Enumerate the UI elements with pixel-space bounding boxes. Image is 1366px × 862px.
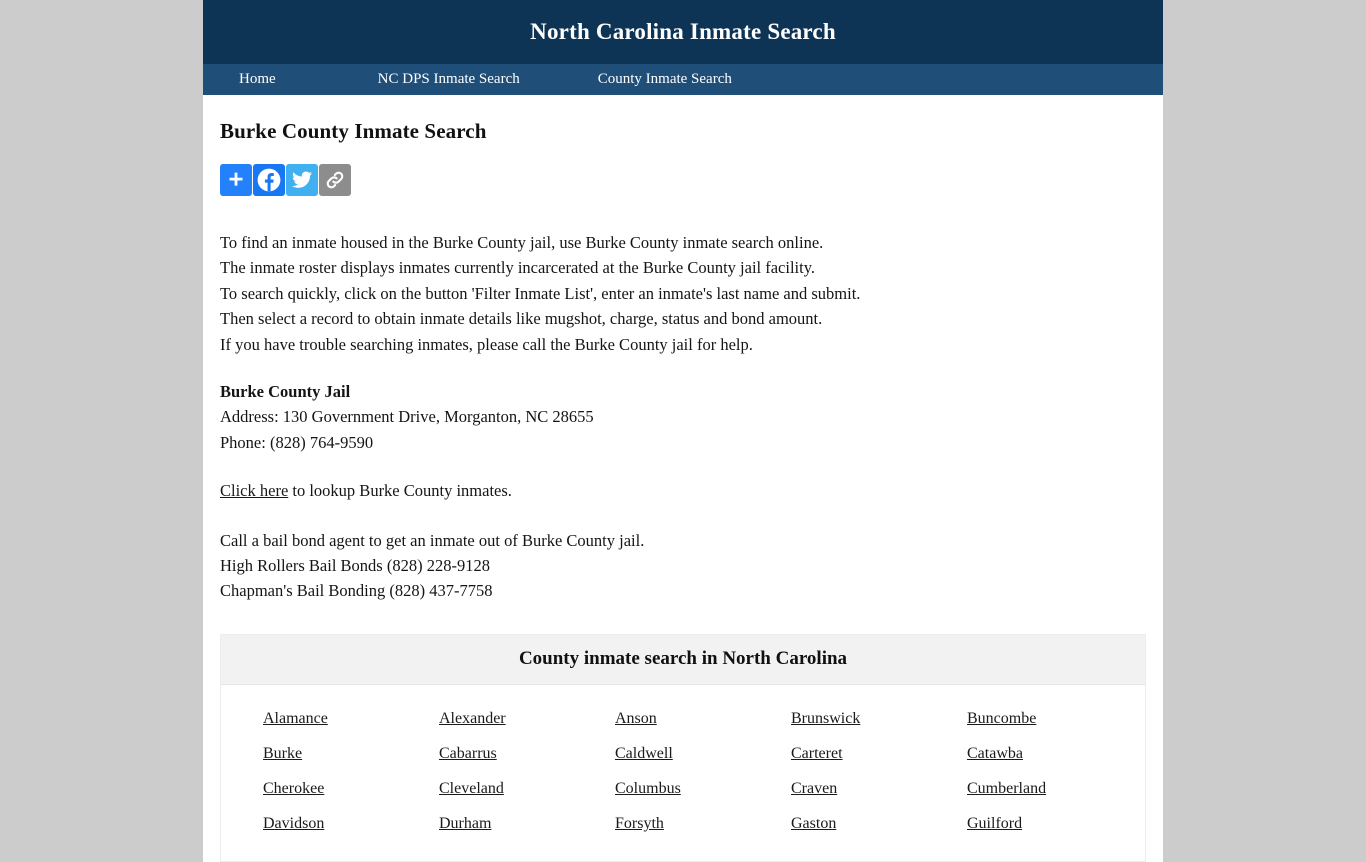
county-link-gaston[interactable]: Gaston (791, 815, 836, 832)
share-button-row (220, 164, 1146, 196)
county-cell: Alamance (243, 701, 419, 736)
county-link-brunswick[interactable]: Brunswick (791, 710, 860, 727)
county-link-cumberland[interactable]: Cumberland (967, 780, 1046, 797)
jail-address: Address: 130 Government Drive, Morganton… (220, 407, 594, 427)
county-link-anson[interactable]: Anson (615, 710, 657, 727)
intro-line: Then select a record to obtain inmate de… (220, 309, 823, 329)
county-cell: Forsyth (595, 806, 771, 841)
county-link-cherokee[interactable]: Cherokee (263, 780, 324, 797)
intro-paragraph: To find an inmate housed in the Burke Co… (220, 230, 1146, 357)
county-section-heading: County inmate search in North Carolina (221, 634, 1145, 685)
county-link-cabarrus[interactable]: Cabarrus (439, 745, 497, 762)
county-link-catawba[interactable]: Catawba (967, 745, 1023, 762)
site-header: North Carolina Inmate Search (203, 0, 1163, 64)
county-cell: Gaston (771, 806, 947, 841)
county-cell: Durham (419, 806, 595, 841)
county-link-grid: Alamance Alexander Anson Brunswick Bunco… (221, 685, 1145, 861)
county-link-craven[interactable]: Craven (791, 780, 837, 797)
click-here-link[interactable]: Click here (220, 481, 288, 500)
site-title: North Carolina Inmate Search (530, 19, 836, 44)
intro-line: To search quickly, click on the button '… (220, 283, 861, 303)
county-link-columbus[interactable]: Columbus (615, 780, 681, 797)
county-cell: Caldwell (595, 736, 771, 771)
county-cell: Cherokee (243, 771, 419, 806)
inmate-lookup-line: Click here to lookup Burke County inmate… (220, 478, 1146, 503)
bail-agent: Chapman's Bail Bonding (828) 437-7758 (220, 581, 493, 601)
county-link-alamance[interactable]: Alamance (263, 710, 328, 727)
jail-phone: Phone: (828) 764-9590 (220, 432, 374, 452)
page-title: Burke County Inmate Search (220, 119, 487, 143)
county-cell: Columbus (595, 771, 771, 806)
county-link-durham[interactable]: Durham (439, 815, 491, 832)
county-cell: Carteret (771, 736, 947, 771)
county-search-section: County inmate search in North Carolina A… (220, 633, 1146, 862)
county-cell: Guilford (947, 806, 1123, 841)
bail-bond-block: Call a bail bond agent to get an inmate … (220, 528, 1146, 604)
lookup-rest-text: to lookup Burke County inmates. (288, 481, 512, 501)
nav-item-nc-dps-inmate-search[interactable]: NC DPS Inmate Search (378, 64, 520, 95)
county-cell: Anson (595, 701, 771, 736)
main-navigation: Home NC DPS Inmate Search County Inmate … (203, 64, 1163, 95)
page-container: North Carolina Inmate Search Home NC DPS… (203, 0, 1163, 862)
intro-line: The inmate roster displays inmates curre… (220, 258, 816, 278)
county-link-carteret[interactable]: Carteret (791, 745, 843, 762)
addthis-share-icon[interactable] (220, 164, 252, 196)
intro-line: To find an inmate housed in the Burke Co… (220, 233, 824, 252)
county-link-cleveland[interactable]: Cleveland (439, 780, 504, 797)
county-cell: Davidson (243, 806, 419, 841)
county-cell: Cleveland (419, 771, 595, 806)
county-cell: Cumberland (947, 771, 1123, 806)
county-link-forsyth[interactable]: Forsyth (615, 815, 664, 832)
county-link-burke[interactable]: Burke (263, 745, 302, 762)
county-cell: Catawba (947, 736, 1123, 771)
county-link-caldwell[interactable]: Caldwell (615, 745, 673, 762)
jail-info-block: Burke County Jail Address: 130 Governmen… (220, 379, 1146, 455)
copy-link-icon[interactable] (319, 164, 351, 196)
twitter-icon[interactable] (286, 164, 318, 196)
county-link-davidson[interactable]: Davidson (263, 815, 324, 832)
jail-name: Burke County Jail (220, 382, 351, 402)
nav-item-home[interactable]: Home (239, 64, 276, 95)
county-cell: Craven (771, 771, 947, 806)
county-cell: Brunswick (771, 701, 947, 736)
county-cell: Burke (243, 736, 419, 771)
bail-agent: High Rollers Bail Bonds (828) 228-9128 (220, 556, 490, 576)
county-link-alexander[interactable]: Alexander (439, 710, 506, 727)
county-cell: Buncombe (947, 701, 1123, 736)
intro-line: If you have trouble searching inmates, p… (220, 334, 753, 354)
county-cell: Cabarrus (419, 736, 595, 771)
county-cell: Alexander (419, 701, 595, 736)
county-link-buncombe[interactable]: Buncombe (967, 710, 1036, 727)
main-content: Burke County Inmate Search To find an in… (203, 119, 1163, 862)
bail-intro: Call a bail bond agent to get an inmate … (220, 530, 645, 550)
facebook-icon[interactable] (253, 164, 285, 196)
county-link-guilford[interactable]: Guilford (967, 815, 1022, 832)
nav-item-county-inmate-search[interactable]: County Inmate Search (598, 64, 732, 95)
